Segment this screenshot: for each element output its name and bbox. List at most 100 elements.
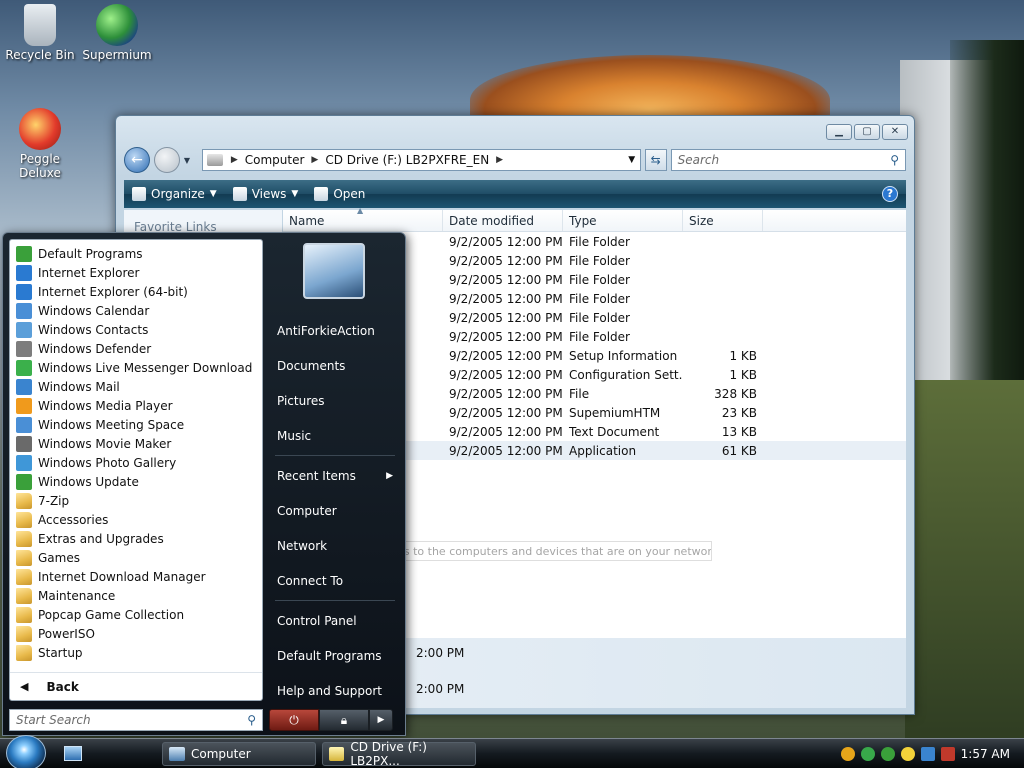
program-item[interactable]: Internet Download Manager bbox=[10, 567, 262, 586]
start-menu-item[interactable]: Documents bbox=[269, 348, 401, 383]
column-header-date-modified[interactable]: Date modified bbox=[443, 210, 563, 231]
program-item[interactable]: Windows Meeting Space bbox=[10, 415, 262, 434]
program-item[interactable]: Windows Mail bbox=[10, 377, 262, 396]
program-item[interactable]: Windows Movie Maker bbox=[10, 434, 262, 453]
open-button[interactable]: Open bbox=[314, 187, 365, 201]
minimize-button[interactable]: ▁ bbox=[826, 124, 852, 140]
chevron-right-icon: ▶ bbox=[230, 155, 238, 165]
program-item[interactable]: Extras and Upgrades bbox=[10, 529, 262, 548]
start-menu-item[interactable]: Recent Items ▶ bbox=[269, 458, 401, 493]
organize-button[interactable]: Organize ▼ bbox=[132, 187, 217, 201]
date-modified-cell: 9/2/2005 12:00 PM bbox=[449, 424, 563, 439]
desktop-icon-label: Recycle Bin bbox=[5, 48, 75, 62]
back-arrow-icon: ◀ bbox=[20, 680, 29, 693]
program-item[interactable]: Internet Explorer (64-bit) bbox=[10, 282, 262, 301]
program-item[interactable]: Games bbox=[10, 548, 262, 567]
program-item[interactable]: PowerISO bbox=[10, 624, 262, 643]
program-item[interactable]: Windows Calendar bbox=[10, 301, 262, 320]
power-button[interactable]: ⏻ bbox=[269, 709, 319, 731]
breadcrumb-computer[interactable]: Computer bbox=[245, 153, 305, 167]
show-desktop-icon[interactable] bbox=[64, 746, 82, 761]
network-icon[interactable] bbox=[860, 747, 875, 761]
refresh-button[interactable]: ⇆ bbox=[644, 149, 667, 171]
search-input[interactable]: Search ⚲ bbox=[670, 149, 906, 171]
start-menu-item[interactable]: Connect To bbox=[269, 563, 401, 598]
smiley-tray-icon[interactable] bbox=[900, 747, 915, 761]
start-search-input[interactable]: Start Search ⚲ bbox=[9, 709, 263, 731]
start-menu-item[interactable]: AntiForkieAction bbox=[269, 313, 401, 348]
taskbar: Computer CD Drive (F:) LB2PX... 1:57 AM bbox=[0, 735, 1024, 768]
start-menu-item[interactable]: Network bbox=[269, 528, 401, 563]
date-modified-cell: 9/2/2005 12:00 PM bbox=[449, 329, 563, 344]
start-menu: Default Programs Internet Explorer Interne… bbox=[2, 232, 406, 736]
program-item[interactable]: Startup bbox=[10, 643, 262, 662]
program-item[interactable]: Windows Defender bbox=[10, 339, 262, 358]
back-button[interactable]: ◀ Back bbox=[10, 672, 262, 700]
start-menu-item-label: Computer bbox=[277, 503, 337, 518]
date-modified-cell: 9/2/2005 12:00 PM bbox=[449, 348, 563, 363]
lock-button[interactable]: 🔒︎ bbox=[319, 709, 369, 731]
desktop-icon-peggle-deluxe[interactable]: Peggle Deluxe bbox=[0, 108, 80, 180]
program-item-label: Startup bbox=[38, 645, 83, 660]
program-item[interactable]: Accessories bbox=[10, 510, 262, 529]
desktop-icon-recycle-bin[interactable]: Recycle Bin bbox=[0, 4, 80, 62]
clock[interactable]: 1:57 AM bbox=[961, 747, 1010, 761]
display-tray-icon[interactable] bbox=[920, 747, 935, 761]
user-picture[interactable] bbox=[303, 243, 365, 299]
program-item[interactable]: Internet Explorer bbox=[10, 263, 262, 282]
start-menu-item[interactable]: Computer bbox=[269, 493, 401, 528]
close-button[interactable]: ✕ bbox=[882, 124, 908, 140]
back-button[interactable]: ← bbox=[124, 147, 150, 173]
maximize-button[interactable]: ▢ bbox=[854, 124, 880, 140]
start-menu-item[interactable]: Music bbox=[269, 418, 401, 453]
mail-icon bbox=[16, 378, 32, 395]
back-label: Back bbox=[46, 679, 79, 694]
start-menu-item[interactable]: Default Programs bbox=[269, 638, 401, 673]
forward-button[interactable] bbox=[153, 147, 180, 173]
start-button[interactable] bbox=[6, 735, 46, 768]
program-item[interactable]: Windows Media Player bbox=[10, 396, 262, 415]
menu-separator bbox=[275, 600, 395, 601]
desktop-icon-supermium[interactable]: Supermium bbox=[77, 4, 157, 62]
peggle-icon bbox=[19, 108, 61, 150]
recycle-bin-icon bbox=[24, 4, 56, 46]
program-item[interactable]: Windows Contacts bbox=[10, 320, 262, 339]
security-shield-icon[interactable] bbox=[840, 747, 855, 761]
program-item[interactable]: Windows Update bbox=[10, 472, 262, 491]
folder-icon bbox=[16, 568, 32, 585]
recent-pages-dropdown[interactable]: ▼ bbox=[184, 156, 194, 165]
program-item[interactable]: Windows Live Messenger Download bbox=[10, 358, 262, 377]
program-item[interactable]: 7-Zip bbox=[10, 491, 262, 510]
program-item[interactable]: Maintenance bbox=[10, 586, 262, 605]
start-menu-item[interactable]: Help and Support bbox=[269, 673, 401, 708]
internet-explorer-icon bbox=[16, 264, 32, 281]
search-icon[interactable]: ⚲ bbox=[247, 713, 256, 727]
date-modified-cell: 9/2/2005 12:00 PM bbox=[449, 367, 563, 382]
type-cell: Configuration Sett... bbox=[569, 367, 683, 382]
start-menu-item[interactable]: Control Panel bbox=[269, 603, 401, 638]
messenger-tray-icon[interactable] bbox=[880, 747, 895, 761]
breadcrumb-cd-drive[interactable]: CD Drive (F:) LB2PXFRE_EN bbox=[325, 153, 489, 167]
address-dropdown-icon[interactable]: ▼ bbox=[624, 155, 640, 165]
details-date: 2:00 PM bbox=[416, 646, 465, 660]
program-item[interactable]: Default Programs bbox=[10, 244, 262, 263]
help-icon[interactable]: ? bbox=[882, 186, 898, 202]
program-item[interactable]: Popcap Game Collection bbox=[10, 605, 262, 624]
system-tray: 1:57 AM bbox=[834, 741, 1024, 767]
start-menu-item-label: Pictures bbox=[277, 393, 325, 408]
column-header-name[interactable]: ▲ Name bbox=[283, 206, 443, 231]
address-bar[interactable]: ▶ Computer ▶ CD Drive (F:) LB2PXFRE_EN ▶… bbox=[201, 149, 641, 171]
column-header-type[interactable]: Type bbox=[563, 210, 683, 231]
start-menu-item[interactable]: Pictures bbox=[269, 383, 401, 418]
menu-separator bbox=[275, 455, 395, 456]
taskbar-button-cd-drive[interactable]: CD Drive (F:) LB2PX... bbox=[322, 740, 476, 768]
views-button[interactable]: Views ▼ bbox=[232, 187, 298, 201]
program-item[interactable]: Windows Photo Gallery bbox=[10, 453, 262, 472]
column-header-size[interactable]: Size bbox=[683, 210, 763, 231]
program-item-label: Windows Mail bbox=[38, 379, 120, 394]
desktop-icon-label: Supermium bbox=[82, 48, 152, 62]
taskbar-button-computer[interactable]: Computer bbox=[162, 742, 316, 766]
volume-muted-icon[interactable] bbox=[940, 747, 955, 761]
search-icon[interactable]: ⚲ bbox=[890, 153, 899, 167]
shutdown-options-button[interactable]: ▶ bbox=[369, 709, 393, 731]
